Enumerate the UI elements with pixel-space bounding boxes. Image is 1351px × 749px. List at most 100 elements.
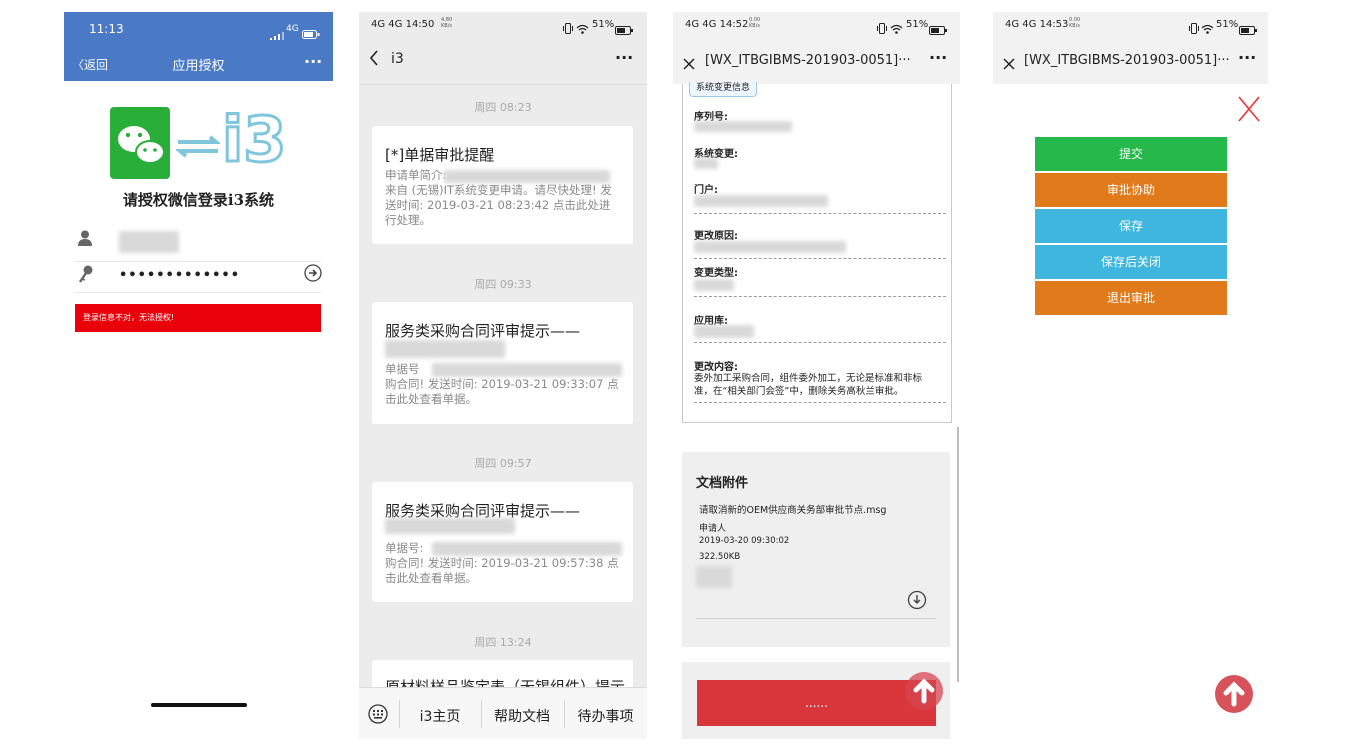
redacted-value bbox=[696, 566, 732, 588]
screen-app-authorization: 11:13 4G 〈返回 应用授权 ··· i3 请授权微信登录i3系统 •••… bbox=[64, 12, 333, 737]
redacted-value bbox=[694, 195, 828, 207]
page-title: 应用授权 bbox=[172, 59, 225, 74]
network-label: 4G bbox=[286, 24, 299, 34]
more-button[interactable]: ··· bbox=[615, 48, 633, 67]
message-title: [*]单据审批提醒 bbox=[385, 146, 495, 164]
wechat-logo bbox=[110, 107, 170, 179]
battery-icon bbox=[302, 24, 320, 43]
section-tag: 系统变更信息 bbox=[689, 82, 758, 97]
attachment-section: 文档附件 请取消新的OEM供应商关务部审批节点.msg 申请人 2019-03-… bbox=[682, 452, 950, 647]
field-label: 变更类型: bbox=[694, 268, 738, 279]
network-speed: 4.80 KB/s bbox=[441, 17, 453, 29]
wifi-icon bbox=[576, 19, 589, 38]
vibrate-icon bbox=[563, 19, 573, 38]
redacted-text bbox=[432, 363, 622, 377]
attachment-date: 2019-03-20 09:30:02 bbox=[699, 536, 790, 546]
field-label: 门户: bbox=[694, 185, 718, 196]
close-menu-icon[interactable] bbox=[1238, 96, 1260, 126]
divider bbox=[694, 402, 946, 403]
screen-message-list: 4G 4G 14:50 4.80 KB/s 51% i3 ··· 周四 08:2… bbox=[359, 12, 647, 739]
action-area: ...... bbox=[682, 662, 950, 739]
header: 4G 4G 14:53 0.00 KB/s 51% [WX_ITBGIBMS-2… bbox=[993, 12, 1268, 84]
save-and-close-button[interactable]: 保存后关闭 bbox=[1035, 245, 1227, 280]
time-label: 周四 13:24 bbox=[474, 636, 532, 649]
message-card[interactable]: [*]单据审批提醒 申请单简介: 来自 (无锡)IT系统变更申请。请尽快处理! … bbox=[372, 126, 633, 244]
scroll-top-button[interactable] bbox=[1215, 675, 1253, 713]
time-label: 周四 09:57 bbox=[474, 457, 532, 470]
time-label: 周四 09:33 bbox=[474, 278, 532, 291]
back-chevron-icon[interactable] bbox=[369, 50, 379, 70]
chat-title: i3 bbox=[391, 51, 404, 67]
attachment-applicant: 申请人 bbox=[699, 524, 727, 534]
tab-help-docs[interactable]: 帮助文档 bbox=[481, 706, 563, 726]
nav-bar: 〈返回 应用授权 ··· bbox=[64, 46, 333, 81]
screen-approval-menu: 4G 4G 14:53 0.00 KB/s 51% [WX_ITBGIBMS-2… bbox=[993, 12, 1268, 739]
action-button[interactable]: ...... bbox=[697, 680, 936, 726]
message-card[interactable]: 服务类采购合同评审提示—— 单据号 购合同! 发送时间: 2019-03-21 … bbox=[372, 302, 633, 424]
scrollbar[interactable] bbox=[957, 427, 959, 682]
message-body: 购合同! 发送时间: 2019-03-21 09:57:38 点击此处查看单据。 bbox=[385, 556, 619, 585]
bottom-menu-bar: i3主页 帮助文档 待办事项 bbox=[359, 687, 647, 739]
message-title: 服务类采购合同评审提示—— bbox=[385, 322, 581, 340]
error-text: 登录信息不对，无法授权! bbox=[83, 313, 175, 322]
change-content: 委外加工采购合同，组件委外加工，无论是标准和非标准，在“相关部门会签”中，删除关… bbox=[694, 373, 923, 397]
header: 4G 4G 14:50 4.80 KB/s 51% i3 ··· bbox=[359, 12, 647, 84]
wifi-icon bbox=[1201, 19, 1214, 38]
password-field[interactable]: ••••••••••••• bbox=[119, 268, 240, 283]
divider bbox=[694, 342, 946, 343]
redacted-text bbox=[444, 170, 610, 183]
more-button[interactable]: ··· bbox=[929, 48, 947, 67]
divider bbox=[694, 258, 946, 259]
close-icon[interactable] bbox=[683, 55, 695, 74]
attachment-size: 322.50KB bbox=[699, 552, 741, 562]
keyboard-icon[interactable] bbox=[368, 704, 388, 728]
save-button[interactable]: 保存 bbox=[1035, 209, 1227, 244]
message-card[interactable]: 服务类采购合同评审提示—— 单据号: 购合同! 发送时间: 2019-03-21… bbox=[372, 482, 633, 602]
wifi-icon bbox=[890, 19, 903, 38]
network-speed: 0.00 KB/s bbox=[749, 17, 761, 29]
tab-i3-home[interactable]: i3主页 bbox=[399, 706, 481, 726]
document-title: [WX_ITBGIBMS-201903-0051]··· bbox=[705, 53, 911, 68]
login-prompt: 请授权微信登录i3系统 bbox=[122, 191, 275, 209]
battery-percent: 51% bbox=[592, 19, 615, 30]
battery-percent: 51% bbox=[906, 19, 929, 30]
download-icon[interactable] bbox=[907, 590, 927, 614]
redacted-value bbox=[694, 121, 792, 132]
header: 4G 4G 14:52 0.00 KB/s 51% [WX_ITBGIBMS-2… bbox=[673, 12, 960, 84]
close-icon[interactable] bbox=[1003, 55, 1015, 74]
field-label: 更改原因: bbox=[694, 231, 738, 242]
signal-icon bbox=[270, 25, 284, 40]
exit-approval-button[interactable]: 退出审批 bbox=[1035, 281, 1227, 316]
more-button[interactable]: ··· bbox=[304, 52, 322, 71]
battery-icon bbox=[1239, 20, 1258, 39]
submit-button[interactable]: 提交 bbox=[1035, 137, 1227, 172]
field-label: 更改内容: bbox=[694, 362, 738, 373]
redacted-value bbox=[694, 158, 718, 169]
divider bbox=[694, 296, 946, 297]
divider bbox=[75, 261, 321, 262]
home-indicator bbox=[151, 703, 247, 707]
redacted-value bbox=[694, 325, 754, 338]
more-button[interactable]: ··· bbox=[1238, 48, 1256, 67]
redacted-value bbox=[694, 279, 734, 291]
message-body: 来自 (无锡)IT系统变更申请。请尽快处理! 发送时间: 2019-03-21 … bbox=[385, 183, 612, 227]
divider bbox=[696, 618, 936, 619]
tab-todo[interactable]: 待办事项 bbox=[564, 706, 647, 726]
vibrate-icon bbox=[877, 19, 887, 38]
status-left: 4G 4G 14:53 bbox=[1005, 19, 1069, 30]
attachment-filename[interactable]: 请取消新的OEM供应商关务部审批节点.msg bbox=[699, 502, 886, 516]
redacted-value bbox=[694, 241, 846, 253]
username-field[interactable] bbox=[119, 231, 179, 253]
network-speed: 0.00 KB/s bbox=[1069, 17, 1081, 29]
divider bbox=[694, 213, 946, 214]
time-label: 周四 08:23 bbox=[474, 101, 532, 114]
user-icon bbox=[78, 230, 92, 246]
key-icon bbox=[78, 265, 94, 283]
approval-assist-button[interactable]: 审批协助 bbox=[1035, 173, 1227, 208]
scroll-top-button[interactable] bbox=[905, 672, 943, 710]
vibrate-icon bbox=[1189, 19, 1199, 38]
message-body: 购合同! 发送时间: 2019-03-21 09:33:07 点击此处查看单据。 bbox=[385, 377, 619, 406]
submit-arrow-icon[interactable] bbox=[304, 264, 322, 286]
document-title: [WX_ITBGIBMS-201903-0051]··· bbox=[1024, 53, 1230, 68]
attachment-title: 文档附件 bbox=[696, 476, 749, 491]
